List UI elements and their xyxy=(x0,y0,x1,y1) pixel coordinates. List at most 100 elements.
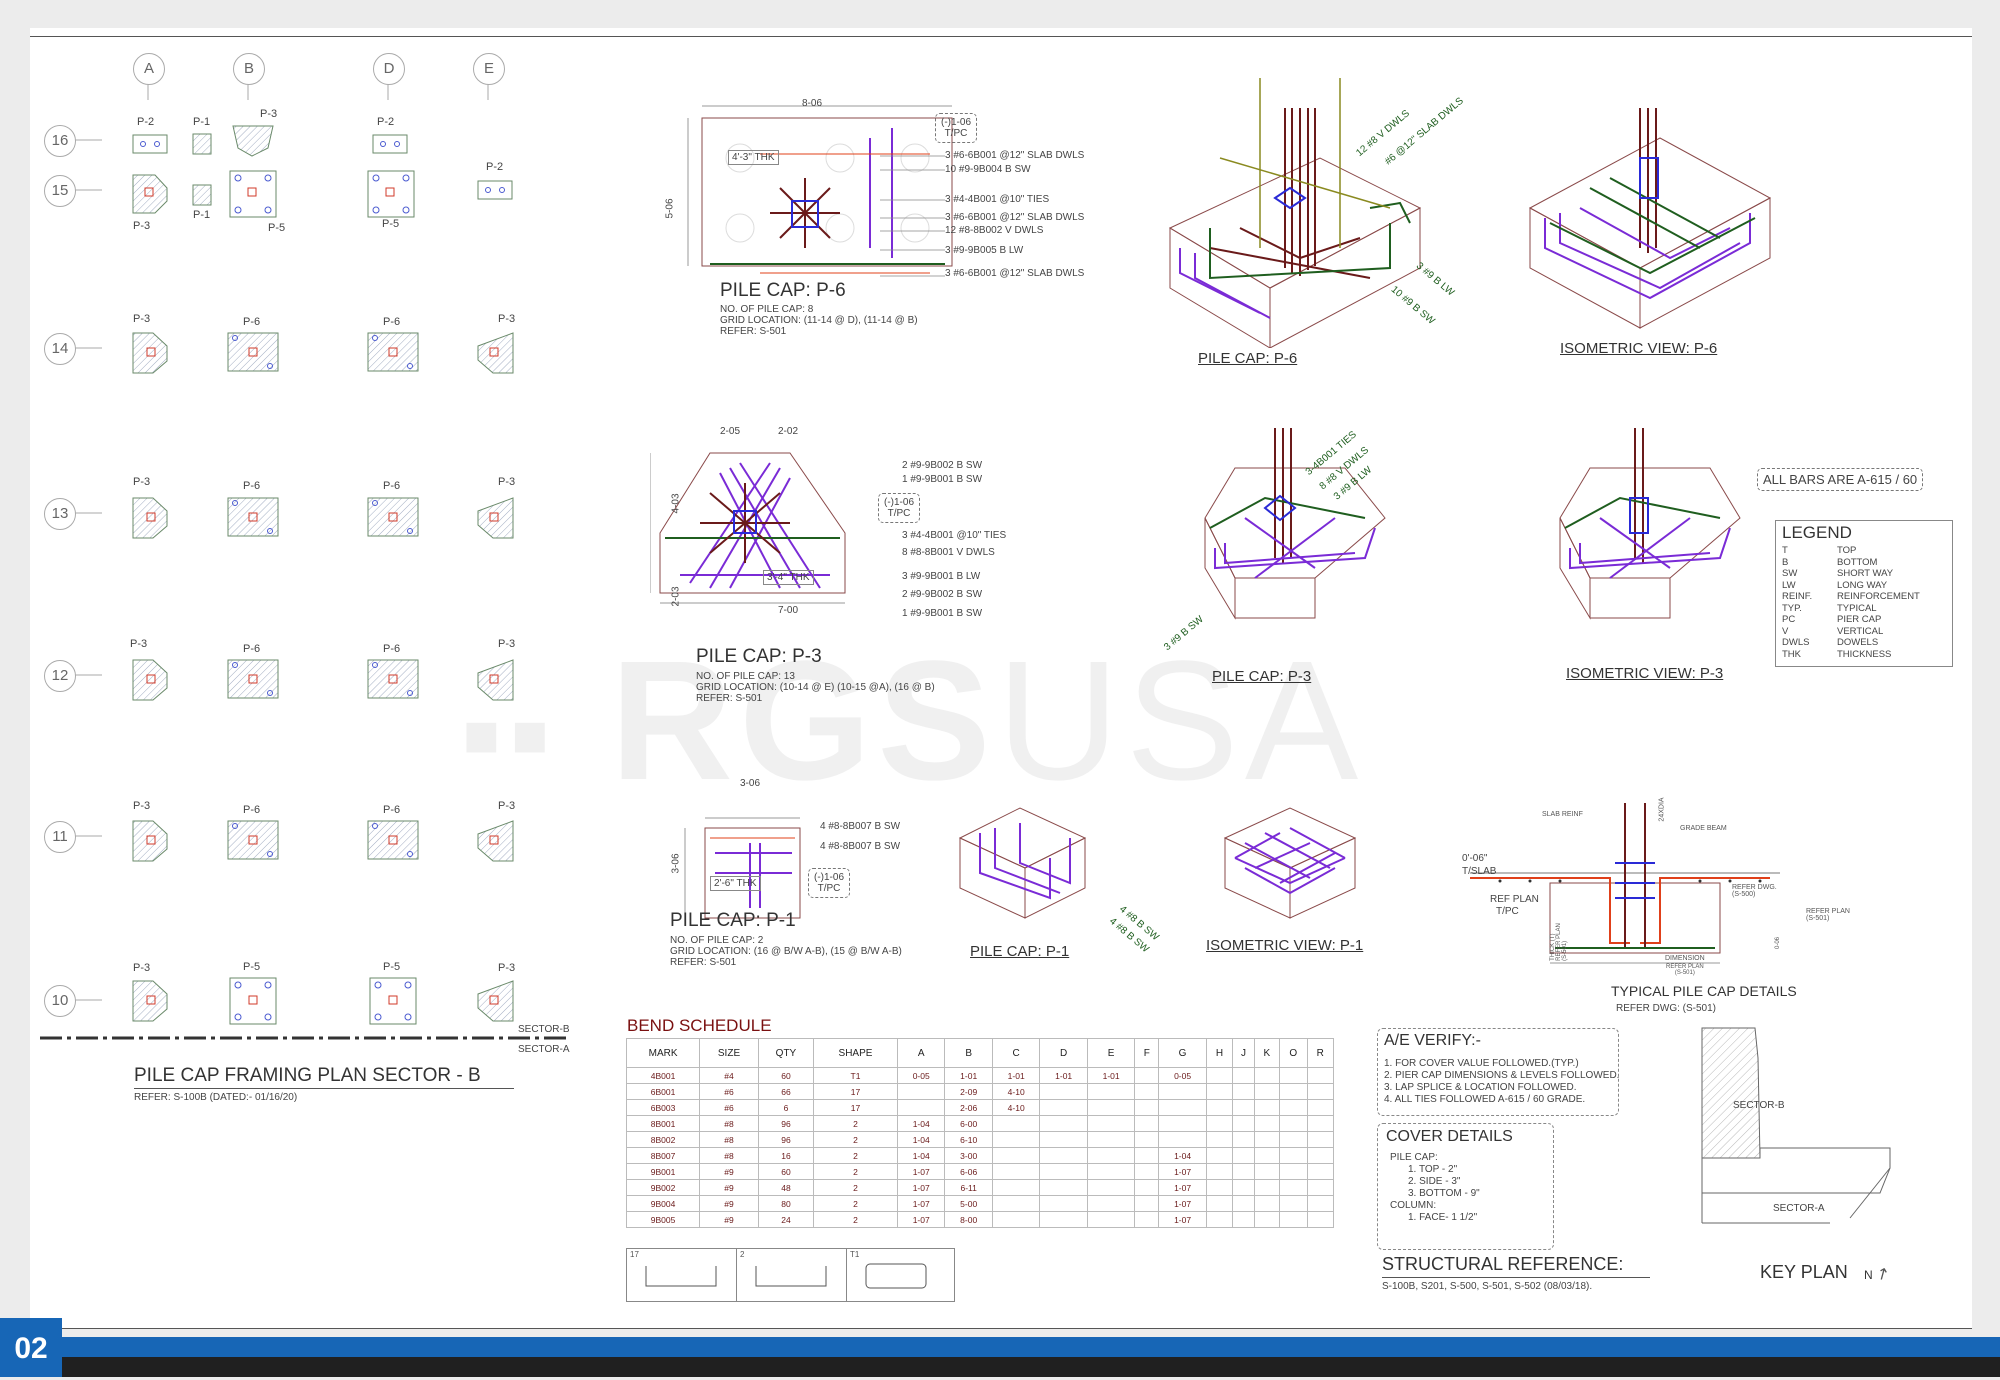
p3-info: GRID LOCATION: (10-14 @ E) (10-15 @A), (… xyxy=(696,682,935,693)
structural-title: STRUCTURAL REFERENCE: xyxy=(1382,1254,1624,1274)
bend-cell xyxy=(1306,1067,1334,1084)
footer-blue-bar xyxy=(0,1337,2000,1357)
bend-header-cell: MARK xyxy=(625,1038,701,1068)
legend-value: SHORT WAY xyxy=(1837,568,1894,579)
shape-label: 2 xyxy=(740,1250,745,1259)
table-row: 9B001 #9 60 2 1-07 6-06 1-07 xyxy=(625,1163,1334,1180)
bend-cell xyxy=(1158,1115,1207,1132)
bend-cell: #9 xyxy=(699,1163,759,1180)
typical-referplan2-label: REFER PLAN (S-501) xyxy=(1666,964,1704,976)
bend-cell xyxy=(1306,1179,1334,1196)
p6-info: NO. OF PILE CAP: 8 xyxy=(720,304,814,315)
cover-details-box: COVER DETAILS PILE CAP: 1. TOP - 2" 2. S… xyxy=(1377,1123,1554,1250)
bend-cell xyxy=(1253,1147,1280,1164)
bend-cell: 1-07 xyxy=(896,1163,946,1180)
cap-label: P-1 xyxy=(193,209,211,221)
bend-cell: 4-10 xyxy=(991,1083,1041,1100)
bend-cell xyxy=(991,1163,1041,1180)
bend-cell xyxy=(1205,1211,1234,1228)
cap-label: P-3 xyxy=(498,962,516,974)
bend-cell xyxy=(1086,1211,1136,1228)
bend-cell xyxy=(1306,1115,1334,1132)
p1-note: 4 #8-8B007 B SW xyxy=(820,821,901,832)
cover-title: COVER DETAILS xyxy=(1386,1128,1513,1145)
bend-cell xyxy=(1253,1083,1280,1100)
bend-cell xyxy=(1134,1211,1160,1228)
bend-cell: 5-00 xyxy=(944,1195,993,1212)
cap-label: P-3 xyxy=(498,313,516,325)
legend-value: LONG WAY xyxy=(1837,579,1888,591)
typical-topdim-label: 24XDIA xyxy=(1658,797,1666,822)
bend-cell: 8B001 xyxy=(625,1115,701,1132)
bend-cell: #9 xyxy=(699,1195,759,1212)
p3-dim: 4-03 xyxy=(670,493,682,514)
bend-cell: 9B001 xyxy=(625,1163,701,1180)
bend-cell xyxy=(1086,1115,1136,1132)
cap-label: P-6 xyxy=(383,316,401,328)
p3-tpc-callout: (-)1-06 T/PC xyxy=(878,493,921,523)
bend-cell xyxy=(1134,1163,1160,1180)
bend-cell xyxy=(1278,1131,1308,1148)
bend-cell xyxy=(1232,1099,1255,1116)
bend-header-cell: B xyxy=(944,1038,993,1068)
bend-cell: 2 xyxy=(813,1195,898,1212)
p3-note: 3 #4-4B001 @10" TIES xyxy=(902,530,1007,541)
bend-cell xyxy=(1039,1131,1088,1148)
cap-label: P-6 xyxy=(243,480,261,492)
bend-cell xyxy=(896,1099,946,1116)
legend-key: THK xyxy=(1782,648,1801,660)
bend-cell xyxy=(1205,1115,1234,1132)
p1-iso-title: PILE CAP: P-1 xyxy=(970,943,1070,960)
bend-cell: 2-06 xyxy=(944,1099,993,1116)
bend-cell: 80 xyxy=(757,1195,815,1212)
p3-note: 8 #8-8B001 V DWLS xyxy=(902,547,995,558)
p1-isometric-view xyxy=(1223,807,1357,919)
shape-label: T1 xyxy=(850,1250,860,1259)
bend-cell: 2 xyxy=(813,1179,898,1196)
bend-cell: 1-07 xyxy=(1158,1195,1207,1212)
p6-iso-title: PILE CAP: P-6 xyxy=(1198,350,1298,367)
bend-cell: 96 xyxy=(757,1131,815,1148)
p6-note: 3 #9-9B005 B LW xyxy=(945,245,1024,256)
bend-cell: 0-05 xyxy=(1158,1067,1207,1084)
cap-label: P-2 xyxy=(137,116,155,128)
bend-cell xyxy=(1134,1131,1160,1148)
bend-cell: 1-04 xyxy=(896,1131,946,1148)
bend-cell xyxy=(1134,1083,1160,1100)
bend-cell: 1-07 xyxy=(896,1211,946,1228)
cover-item: 3. BOTTOM - 9" xyxy=(1408,1188,1480,1199)
bend-header-cell: G xyxy=(1158,1038,1207,1068)
bend-cell xyxy=(1086,1179,1136,1196)
bend-cell xyxy=(1232,1067,1255,1084)
bend-cell: 17 xyxy=(813,1083,898,1100)
bend-cell xyxy=(1086,1163,1136,1180)
bend-cell: 1-04 xyxy=(1158,1147,1207,1164)
bend-title: BEND SCHEDULE xyxy=(627,1016,772,1035)
p3-plan-drawing xyxy=(650,452,846,604)
table-row: 9B004 #9 80 2 1-07 5-00 1-07 xyxy=(625,1195,1334,1212)
typical-thick-label: THICK (T) REFER PLAN (S-501) xyxy=(1549,923,1568,961)
structural-underline xyxy=(1382,1277,1650,1278)
p3-dim: 2-02 xyxy=(778,426,799,437)
legend-value: BOTTOM xyxy=(1837,556,1878,568)
p6-thk: 4'-3" THK xyxy=(728,150,779,165)
legend-key: V xyxy=(1782,625,1789,637)
bend-cell xyxy=(1278,1099,1308,1116)
cap-label: P-6 xyxy=(243,316,261,328)
bend-cell xyxy=(1253,1163,1280,1180)
p6-iso-view-title: ISOMETRIC VIEW: P-6 xyxy=(1560,340,1718,357)
bend-cell: #8 xyxy=(699,1115,759,1132)
p3-note: 1 #9-9B001 B SW xyxy=(902,474,983,485)
legend-value: VERTICAL xyxy=(1837,625,1884,637)
key-plan-drawing xyxy=(1701,1027,1891,1224)
legend-key: TYP. xyxy=(1782,602,1802,614)
p3-dim: 7-00 xyxy=(778,605,799,616)
p1-note: 4 #8-8B007 B SW xyxy=(820,841,901,852)
p6-title: PILE CAP: P-6 xyxy=(720,280,846,301)
bend-cell xyxy=(1232,1211,1255,1228)
ae-item: 3. LAP SPLICE & LOCATION FOLLOWED. xyxy=(1384,1082,1577,1093)
bend-cell xyxy=(1039,1147,1088,1164)
bend-cell: 9B002 xyxy=(625,1179,701,1196)
p3-note: 3 #9-9B001 B LW xyxy=(902,571,981,582)
p6-note: 3 #4-4B001 @10" TIES xyxy=(945,194,1050,205)
